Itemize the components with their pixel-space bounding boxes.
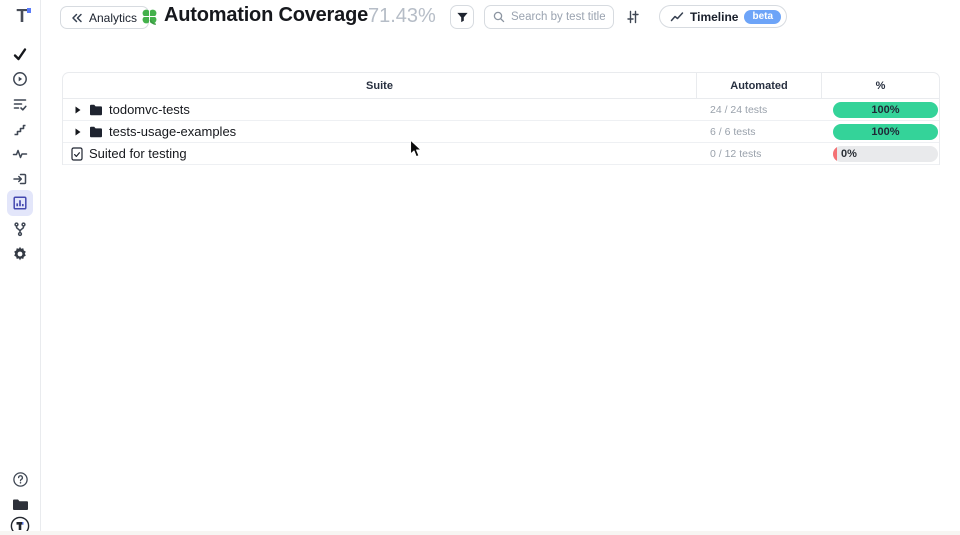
coverage-percentage: 71.43% bbox=[368, 5, 436, 28]
left-sidebar bbox=[0, 0, 41, 535]
filter-button[interactable] bbox=[450, 5, 474, 29]
coverage-bar: 100% bbox=[833, 124, 938, 140]
page-title: Automation Coverage bbox=[164, 4, 368, 27]
automated-cell: 0 / 12 tests bbox=[697, 143, 822, 164]
percent-cell: 100% bbox=[822, 99, 939, 120]
search-input[interactable] bbox=[511, 11, 605, 23]
suite-name: tests-usage-examples bbox=[109, 124, 236, 139]
folder-icon bbox=[89, 104, 103, 116]
analytics-chart-icon[interactable] bbox=[7, 190, 33, 216]
clover-icon bbox=[140, 7, 159, 26]
app-window: T Analytics Automation Coverage 71.43% bbox=[0, 0, 960, 535]
check-icon[interactable] bbox=[7, 41, 33, 67]
suite-name: todomvc-tests bbox=[109, 102, 190, 117]
suite-name: Suited for testing bbox=[89, 146, 187, 161]
column-header-automated: Automated bbox=[697, 73, 822, 98]
funnel-icon bbox=[456, 11, 469, 24]
test-file-icon bbox=[71, 147, 83, 161]
bottom-edge-strip bbox=[0, 531, 960, 535]
coverage-table: Suite Automated % todomvc-tests 24 / 24 … bbox=[62, 72, 940, 165]
expand-caret-icon[interactable] bbox=[75, 127, 83, 137]
suite-cell: todomvc-tests bbox=[63, 99, 697, 120]
brand-logo-accent bbox=[27, 8, 31, 13]
table-header: Suite Automated % bbox=[63, 73, 939, 99]
brand-logo[interactable]: T bbox=[12, 6, 32, 26]
settings-gear-icon[interactable] bbox=[7, 241, 33, 267]
run-circle-icon[interactable] bbox=[7, 66, 33, 92]
adjustments-icon[interactable] bbox=[625, 9, 641, 25]
import-icon[interactable] bbox=[7, 166, 33, 192]
timeline-button-label: Timeline bbox=[690, 10, 738, 24]
automated-cell: 6 / 6 tests bbox=[697, 121, 822, 142]
help-icon[interactable] bbox=[7, 466, 33, 492]
brand-logo-letter: T bbox=[17, 6, 28, 26]
list-check-icon[interactable] bbox=[7, 91, 33, 117]
percent-cell: 0% bbox=[822, 143, 939, 164]
steps-icon[interactable] bbox=[7, 116, 33, 142]
back-button-label: Analytics bbox=[89, 11, 137, 25]
coverage-bar: 0% bbox=[833, 146, 938, 162]
table-row-todomvc-tests[interactable]: todomvc-tests 24 / 24 tests 100% bbox=[63, 99, 939, 121]
branch-icon[interactable] bbox=[7, 216, 33, 242]
trend-line-icon bbox=[670, 11, 684, 23]
chevrons-left-icon bbox=[70, 12, 83, 24]
suite-cell: Suited for testing bbox=[63, 143, 697, 164]
table-row-tests-usage-examples[interactable]: tests-usage-examples 6 / 6 tests 100% bbox=[63, 121, 939, 143]
beta-badge: beta bbox=[744, 10, 781, 24]
pulse-icon[interactable] bbox=[7, 141, 33, 167]
table-row-suited-for-testing[interactable]: Suited for testing 0 / 12 tests 0% bbox=[63, 143, 939, 165]
back-to-analytics-button[interactable]: Analytics bbox=[60, 6, 149, 29]
percent-cell: 100% bbox=[822, 121, 939, 142]
automated-cell: 24 / 24 tests bbox=[697, 99, 822, 120]
search-box bbox=[484, 5, 614, 29]
column-header-percent: % bbox=[822, 73, 939, 98]
suite-cell: tests-usage-examples bbox=[63, 121, 697, 142]
folder-icon bbox=[89, 126, 103, 138]
timeline-button[interactable]: Timeline beta bbox=[659, 5, 787, 28]
expand-caret-icon[interactable] bbox=[75, 105, 83, 115]
column-header-suite: Suite bbox=[63, 73, 697, 98]
search-icon bbox=[493, 11, 505, 23]
coverage-bar: 100% bbox=[833, 102, 938, 118]
